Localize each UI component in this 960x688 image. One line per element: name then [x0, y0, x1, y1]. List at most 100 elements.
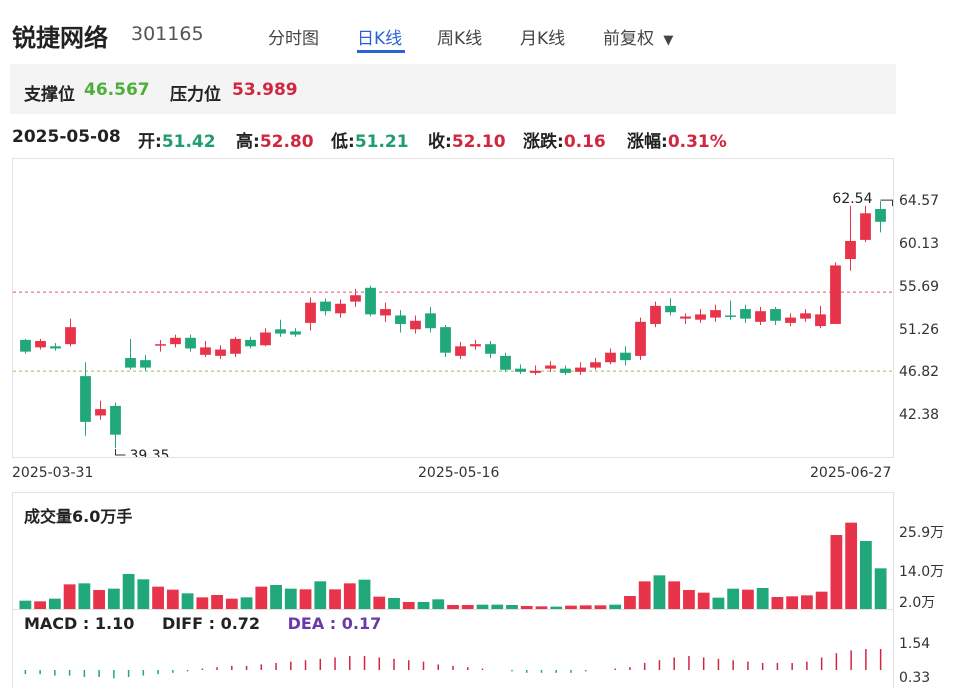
candle-body	[425, 313, 436, 329]
volume-bar	[166, 589, 179, 609]
kline-svg: 62.54 39.35	[13, 191, 893, 457]
volume-bar	[815, 591, 828, 609]
volume-bar	[653, 575, 666, 609]
volume-bar	[122, 574, 135, 609]
quote-date: 2025-05-08	[12, 127, 121, 147]
quote-low: 低:51.21	[331, 127, 409, 152]
macd-label: MACD	[24, 614, 78, 633]
change-label: 涨跌:	[523, 132, 564, 152]
vol-y-tick: 25.9万	[899, 525, 945, 541]
candle-body	[695, 314, 706, 320]
candle-body	[545, 365, 556, 369]
candle-body	[620, 352, 631, 361]
low-value: 51.21	[354, 132, 409, 152]
candle-body	[515, 368, 526, 372]
volume-bar	[152, 586, 164, 609]
vol-y-tick: 14.0万	[899, 564, 945, 580]
x-date-start: 2025-03-31	[12, 465, 94, 481]
volume-bar	[756, 588, 769, 609]
volume-title: 成交量6.0万手	[24, 507, 133, 526]
volume-bar	[343, 583, 356, 609]
candle-body	[830, 265, 841, 324]
diff-label: DIFF	[161, 614, 204, 633]
volume-bar	[63, 584, 76, 609]
candle-body	[245, 339, 256, 347]
quote-pct: 涨幅:0.31%	[627, 127, 727, 152]
support-label: 支撑位	[24, 85, 75, 105]
y-tick: 51.26	[899, 322, 940, 338]
pct-label: 涨幅:	[627, 132, 668, 152]
candle-body	[275, 329, 286, 334]
candle-body	[380, 309, 391, 316]
volume-bar	[93, 590, 105, 609]
quote-change: 涨跌:0.16	[523, 127, 606, 152]
macd-value: 1.10	[94, 614, 135, 633]
volume-svg	[19, 522, 887, 609]
volume-bar	[638, 581, 651, 609]
candle-body	[65, 327, 76, 345]
volume-bar	[845, 522, 858, 609]
tab-daily-kline[interactable]: 日K线	[357, 24, 402, 49]
candle-body	[110, 405, 121, 435]
macd-y-tick: 1.54	[899, 636, 931, 652]
dea-value: 0.17	[341, 614, 382, 633]
candle-body	[95, 409, 106, 416]
candle-body	[725, 315, 736, 317]
low-label: 低:	[331, 132, 355, 152]
candle-body	[125, 358, 136, 368]
candle-body	[290, 331, 301, 335]
open-value: 51.42	[161, 132, 216, 152]
support-pressure-bar: 支撑位 46.567 压力位 53.989	[10, 64, 896, 114]
candle-body	[200, 347, 211, 355]
quote-open: 开:51.42	[138, 127, 216, 152]
volume-bar	[358, 579, 371, 609]
candle-body	[770, 309, 781, 321]
volume-bar	[668, 581, 681, 609]
volume-bar	[255, 586, 268, 609]
volume-chart[interactable]	[12, 492, 894, 610]
candle-body	[635, 321, 646, 356]
candle-body	[335, 303, 346, 314]
volume-bar	[314, 581, 327, 609]
candle-body	[80, 376, 91, 422]
max-label: 62.54	[832, 191, 872, 207]
candle-body	[350, 295, 361, 302]
candle-body	[710, 310, 721, 318]
candle-body	[485, 344, 496, 354]
candle-body	[140, 360, 151, 368]
volume-bar	[859, 541, 872, 609]
min-label: 39.35	[130, 448, 170, 457]
tab-monthly-kline[interactable]: 月K线	[520, 24, 565, 49]
volume-bar	[683, 590, 695, 609]
candle-body	[35, 340, 46, 348]
candle-body	[170, 337, 181, 345]
candle-body	[680, 316, 691, 319]
adjust-dropdown[interactable]: 前复权 ▼	[603, 24, 673, 49]
volume-bar	[329, 589, 341, 609]
volume-bar	[284, 588, 297, 609]
volume-bar	[211, 595, 223, 609]
min-marker	[115, 448, 126, 456]
x-date-end: 2025-06-27	[810, 465, 892, 481]
candle-body	[665, 305, 676, 313]
tab-weekly-kline[interactable]: 周K线	[437, 24, 482, 49]
candle-body	[860, 213, 871, 240]
candle-body	[650, 305, 661, 324]
volume-bar	[137, 579, 150, 609]
volume-bar	[181, 593, 194, 609]
volume-bar	[742, 589, 754, 609]
stock-code: 301165	[131, 23, 204, 45]
pct-value: 0.31%	[667, 132, 727, 152]
kline-chart[interactable]: 62.54 39.35	[12, 158, 894, 458]
quote-high: 高:52.80	[236, 127, 314, 152]
volume-bar	[270, 585, 282, 609]
y-tick: 55.69	[899, 279, 940, 295]
macd-legend: MACD : 1.10 DIFF : 0.72 DEA : 0.17	[24, 614, 382, 633]
volume-bar	[830, 535, 843, 609]
volume-bar	[697, 592, 710, 609]
diff-value: 0.72	[220, 614, 261, 633]
candle-body	[740, 309, 751, 319]
tab-intraday[interactable]: 分时图	[268, 24, 319, 49]
max-marker	[880, 199, 893, 207]
open-label: 开:	[138, 132, 162, 152]
